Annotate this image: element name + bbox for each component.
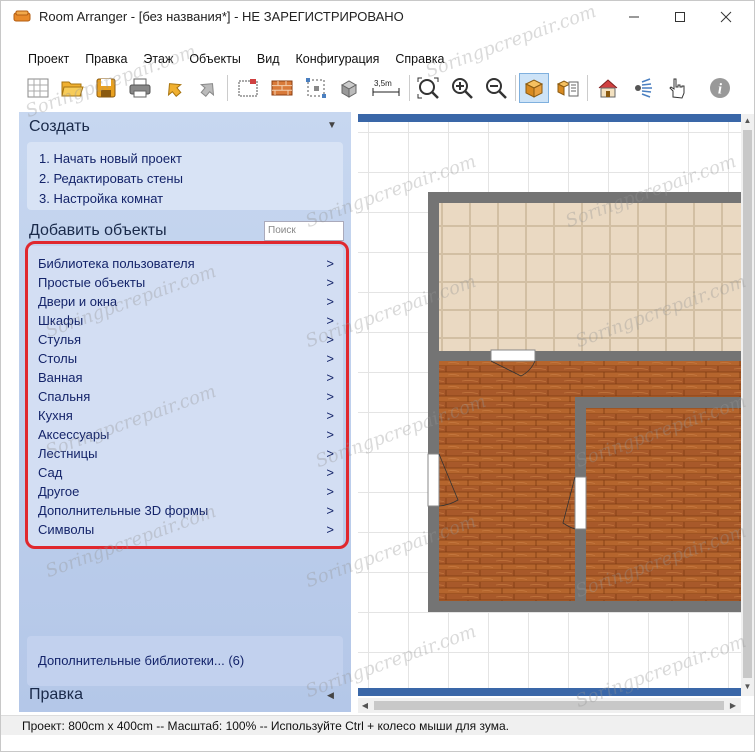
view-2d-button[interactable] <box>519 73 549 103</box>
redo-arrow-icon <box>199 83 215 97</box>
step-edit-walls[interactable]: 2. Редактировать стены <box>39 171 183 186</box>
new-project-button[interactable] <box>23 73 53 103</box>
collapse-arrow-icon[interactable]: ▼ <box>327 120 337 131</box>
door-left <box>427 453 440 507</box>
room-arranger-logo-icon <box>13 10 31 22</box>
select-nodes-icon <box>306 78 326 98</box>
menu-floor[interactable]: Этаж <box>135 49 181 69</box>
zoom-fit-icon <box>417 77 439 99</box>
house-3d-icon <box>598 79 618 98</box>
walkthrough-button[interactable] <box>661 73 691 103</box>
toolbar-separator <box>515 75 516 101</box>
floor-plan <box>427 192 741 612</box>
highlight-annotation <box>25 241 349 549</box>
door-middle <box>574 476 587 530</box>
app-window: Room Arranger - [без названия*] - НЕ ЗАР… <box>0 0 755 752</box>
minimize-button[interactable] <box>611 1 657 33</box>
minimize-icon <box>629 16 639 18</box>
hand-pointer-icon <box>669 78 685 99</box>
room-plan-icon <box>238 79 258 97</box>
list-box-icon <box>556 80 579 97</box>
status-text: Проект: 800cm x 400cm -- Масштаб: 100% -… <box>22 719 509 733</box>
menu-help[interactable]: Справка <box>387 49 452 69</box>
menu-bar: Проект Правка Этаж Объекты Вид Конфигура… <box>1 49 754 69</box>
floor-plan-canvas[interactable] <box>358 114 741 696</box>
step-new-project[interactable]: 1. Начать новый проект <box>39 151 182 166</box>
3d-view-button[interactable] <box>593 73 623 103</box>
render-button[interactable] <box>627 73 657 103</box>
save-button[interactable] <box>91 73 121 103</box>
title-bar: Room Arranger - [без названия*] - НЕ ЗАР… <box>1 1 754 33</box>
ruler-measure-icon: 3,5m <box>372 79 400 96</box>
bottom-ruler <box>358 688 741 696</box>
expand-left-arrow-icon[interactable]: ◀ <box>327 690 334 701</box>
3d-cubes-icon <box>340 80 358 98</box>
door-top <box>490 349 536 362</box>
create-section-title: Создать <box>29 118 90 135</box>
open-button[interactable] <box>57 73 87 103</box>
scroll-up-arrow-icon[interactable]: ▲ <box>741 114 754 128</box>
status-bar: Проект: 800cm x 400cm -- Масштаб: 100% -… <box>1 715 754 735</box>
zoom-out-icon <box>486 78 507 99</box>
maximize-button[interactable] <box>657 1 703 33</box>
edit-section-title: Правка <box>29 686 84 703</box>
extra-libraries-box: Дополнительные библиотеки... (6) <box>27 636 343 686</box>
menu-project[interactable]: Проект <box>1 49 77 69</box>
search-input[interactable]: Поиск <box>264 221 344 241</box>
vertical-scroll-thumb[interactable] <box>743 130 752 678</box>
info-icon: i <box>710 78 730 98</box>
undo-button[interactable] <box>159 73 189 103</box>
step-room-settings[interactable]: 3. Настройка комнат <box>39 191 163 206</box>
measure-label: 3,5m <box>374 79 392 88</box>
camera-rays-icon <box>635 78 652 98</box>
add-objects-title: Добавить объекты <box>29 222 167 239</box>
folder-open-icon <box>61 81 84 97</box>
menu-objects[interactable]: Объекты <box>181 49 249 69</box>
undo-arrow-icon <box>167 83 183 97</box>
zoom-out-button[interactable] <box>481 73 511 103</box>
new-grid-icon <box>27 78 49 98</box>
zoom-in-icon <box>452 78 473 99</box>
toolbar-separator <box>587 75 588 101</box>
toolbar-separator <box>227 75 228 101</box>
window-title: Room Arranger - [без названия*] - НЕ ЗАР… <box>39 9 404 24</box>
room-settings-button[interactable] <box>233 73 263 103</box>
wooden-floor-room-right <box>586 408 741 601</box>
horizontal-scroll-thumb[interactable] <box>374 701 724 710</box>
horizontal-scrollbar[interactable]: ◀ ▶ <box>358 698 741 713</box>
printer-icon <box>129 78 151 98</box>
tiled-room <box>439 203 741 351</box>
object-list-button[interactable] <box>553 73 583 103</box>
toolbar-separator <box>409 75 410 101</box>
inner-wall-horizontal <box>575 397 741 408</box>
walls-button[interactable] <box>267 73 297 103</box>
scroll-left-arrow-icon[interactable]: ◀ <box>358 698 372 713</box>
vertical-scrollbar[interactable]: ▲ ▼ <box>741 114 754 696</box>
print-button[interactable] <box>125 73 155 103</box>
zoom-fit-button[interactable] <box>413 73 443 103</box>
scroll-down-arrow-icon[interactable]: ▼ <box>741 680 754 694</box>
menu-configuration[interactable]: Конфигурация <box>288 49 388 69</box>
zoom-in-button[interactable] <box>447 73 477 103</box>
close-icon <box>720 11 732 23</box>
save-disk-icon <box>96 78 116 98</box>
extra-libraries-link[interactable]: Дополнительные библиотеки... (6) <box>38 653 244 668</box>
redo-button[interactable] <box>193 73 223 103</box>
box-2d-icon <box>524 79 544 98</box>
about-button[interactable]: i <box>705 73 735 103</box>
3d-objects-button[interactable] <box>335 73 365 103</box>
maximize-icon <box>675 12 685 22</box>
menu-edit[interactable]: Правка <box>77 49 135 69</box>
close-button[interactable] <box>703 1 749 33</box>
scroll-right-arrow-icon[interactable]: ▶ <box>726 698 740 713</box>
toolbar: 3,5m i <box>19 71 754 107</box>
create-steps-box: 1. Начать новый проект 2. Редактировать … <box>27 142 343 210</box>
measure-button[interactable]: 3,5m <box>369 73 403 103</box>
brick-wall-icon <box>271 80 293 96</box>
menu-view[interactable]: Вид <box>249 49 288 69</box>
select-area-button[interactable] <box>301 73 331 103</box>
